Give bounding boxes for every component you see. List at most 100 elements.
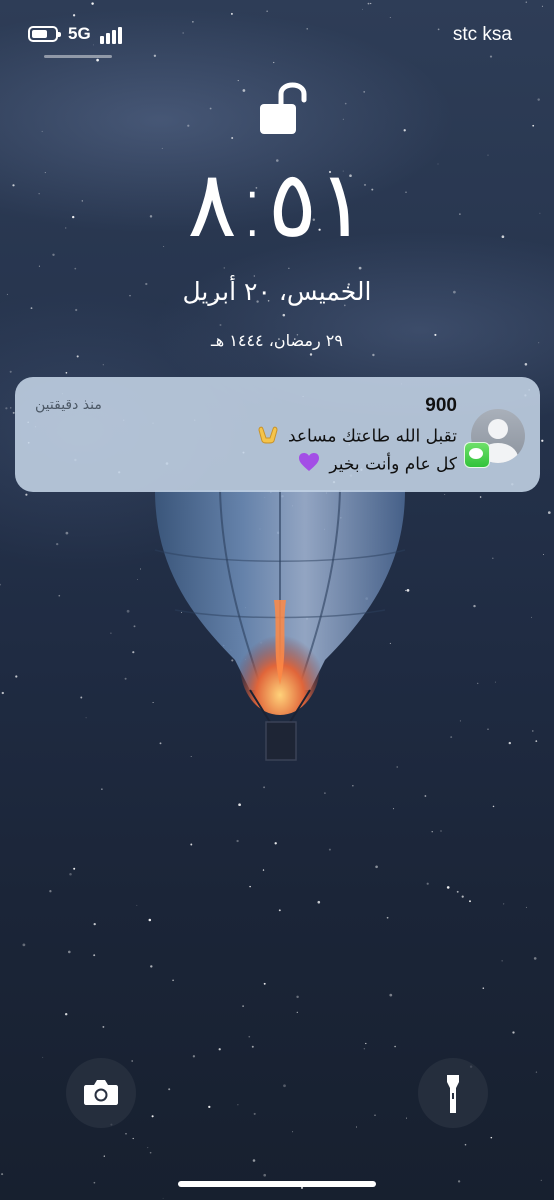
star [41,130,43,133]
star [65,531,69,535]
star [328,848,331,851]
star [440,830,442,832]
star [249,885,251,888]
star [49,890,52,893]
star [1,1173,4,1176]
star [124,677,127,680]
star [503,903,505,905]
star [375,865,378,869]
star [444,494,446,495]
message-text-1: تقبل الله طاعتك مساعد [287,426,457,447]
star [237,1104,239,1106]
star [459,720,461,722]
star [524,363,528,366]
star [56,542,59,546]
star [352,785,354,787]
star [242,1005,244,1007]
battery-icon [28,26,61,42]
star [283,1084,286,1088]
star [74,267,77,270]
star [461,895,464,898]
star [324,792,326,794]
star [223,267,226,269]
star [464,1143,467,1146]
star [393,808,395,810]
star [147,1147,149,1149]
star [358,266,362,270]
star [25,493,28,496]
star [547,511,551,514]
flashlight-icon [447,1075,459,1113]
signal-strength-icon [100,26,128,44]
star [537,98,540,101]
star [187,124,190,127]
star [508,741,511,745]
star [9,370,12,373]
star [541,439,544,442]
star [300,1186,304,1189]
star [296,1011,298,1014]
camera-button[interactable] [66,1058,136,1128]
star [136,904,138,906]
star [374,1114,376,1116]
star [140,568,141,570]
message-notification[interactable]: 900 منذ دقيقتين تقبل الله طاعتك مساعد كل… [15,377,540,492]
star [424,795,427,797]
star [540,1179,542,1182]
star [296,995,299,999]
star [431,831,433,833]
star [450,736,453,739]
star [532,124,535,127]
star [487,728,489,730]
star [93,954,96,957]
star [512,1031,515,1034]
star [252,1159,256,1162]
star [208,1105,211,1109]
star [58,594,61,597]
star [263,1173,267,1177]
star [248,1035,251,1038]
star [38,265,40,267]
flashlight-button[interactable] [418,1058,488,1128]
star [149,1151,152,1154]
star [389,993,393,997]
star [125,1133,127,1135]
star [85,717,87,719]
star [231,137,234,139]
star [492,557,494,559]
star [501,960,503,962]
star [150,965,153,968]
star [103,1155,105,1157]
messages-icon [464,442,490,468]
star [151,1115,154,1118]
star [535,740,538,742]
star [1,691,4,695]
star [242,89,246,92]
home-indicator[interactable] [178,1181,376,1187]
star [356,1126,357,1128]
lock-screen-date: الخميس، ٢٠ أبريل [182,277,372,306]
star [172,979,174,982]
star [162,1197,164,1199]
star [236,839,239,843]
star [15,675,18,678]
star [238,803,241,807]
camera-icon [84,1080,118,1105]
star [446,886,450,889]
star [288,267,290,269]
star [490,1136,493,1139]
star [406,1117,407,1119]
notification-time: منذ دقيقتين [35,397,102,413]
notification-message-line-2: كل عام وأنت بخير [298,452,457,477]
star [65,371,68,374]
star [136,579,138,580]
status-bar: 5G stc ksa [0,0,554,60]
star [273,61,275,64]
control-center-indicator[interactable] [44,55,112,58]
hot-air-balloon-image [150,489,410,770]
network-type-label: 5G [68,24,91,43]
message-text-2: كل عام وأنت بخير [329,454,457,475]
star [342,118,344,120]
star [543,553,544,555]
star [10,407,12,409]
